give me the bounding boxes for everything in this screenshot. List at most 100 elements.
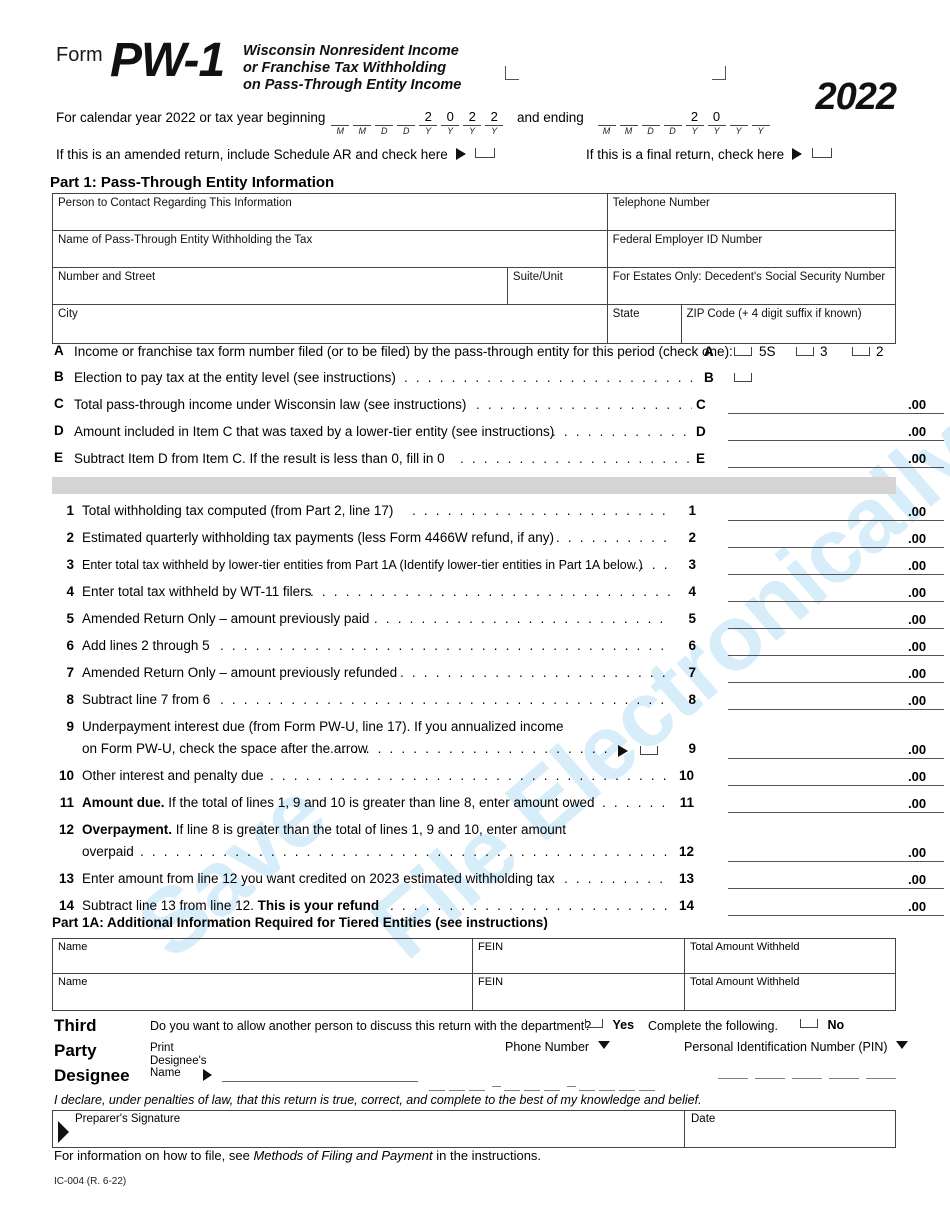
phone-digit-blank[interactable] — [504, 1090, 520, 1091]
phone-digit-blank[interactable] — [639, 1090, 655, 1091]
part1-heading: Part 1: Pass-Through Entity Information — [50, 174, 335, 191]
line-label: Add lines 2 through 5 — [82, 638, 210, 653]
decedent-ssn-cell[interactable]: For Estates Only: Decedent's Social Secu… — [608, 268, 895, 304]
period-middle-label: and ending — [516, 110, 584, 125]
tiered-fein-cell-1[interactable]: FEIN — [473, 939, 685, 973]
line-11-rest-label: If the total of lines 1, 9 and 10 is gre… — [164, 795, 595, 810]
item-row-c: C Total pass-through income under Wiscon… — [52, 393, 944, 420]
period-begin-cell-d-3[interactable]: D — [395, 110, 417, 137]
form-title-line-1: Wisconsin Nonresident Income — [243, 43, 459, 59]
line-label: Amended Return Only – amount previously … — [82, 665, 398, 680]
item-b-checkbox[interactable] — [734, 373, 752, 382]
pin-digit-blank[interactable] — [755, 1078, 785, 1079]
designee-phone-input[interactable] — [429, 1078, 659, 1091]
table-row: City State ZIP Code (+ 4 digit suffix if… — [53, 305, 895, 343]
item-a-checkbox-2[interactable] — [852, 347, 870, 356]
form-revision-code: IC-004 (R. 6-22) — [54, 1176, 127, 1187]
line-label: Subtract line 7 from 6 — [82, 692, 211, 707]
phone-digit-blank[interactable] — [544, 1090, 560, 1091]
table-row: Person to Contact Regarding This Informa… — [53, 194, 895, 231]
tiered-name-cell-2[interactable]: Name — [53, 974, 473, 1010]
phone-digit-blank[interactable] — [429, 1090, 445, 1091]
pin-digit-blank[interactable] — [792, 1078, 822, 1079]
phone-digit-blank[interactable] — [524, 1090, 540, 1091]
period-begin-cell-m-1[interactable]: M — [351, 110, 373, 137]
line-12-rest-label: If line 8 is greater than the total of l… — [172, 822, 567, 837]
period-end-tag: D — [647, 126, 654, 136]
period-end-cell-d-3[interactable]: D — [662, 110, 684, 137]
street-cell[interactable]: Number and Street — [53, 268, 508, 304]
line-ref: 10 — [678, 768, 694, 783]
line-11-cents: .00 — [908, 796, 927, 811]
entity-name-cell[interactable]: Name of Pass-Through Entity Withholding … — [53, 231, 608, 267]
pin-digit-blank[interactable] — [718, 1078, 748, 1079]
designee-name-input[interactable] — [222, 1081, 418, 1082]
line-ref: 13 — [678, 871, 694, 886]
designee-print-line-1: Print — [150, 1042, 174, 1054]
designee-print-line-2: Designee's — [150, 1054, 207, 1067]
period-end-value: 0 — [712, 109, 721, 124]
zip-cell[interactable]: ZIP Code (+ 4 digit suffix if known) — [682, 305, 896, 343]
period-begin-cell-y-7[interactable]: 2Y — [483, 110, 505, 137]
period-end-cell-m-1[interactable]: M — [618, 110, 640, 137]
phone-digit-blank[interactable] — [619, 1090, 635, 1091]
line-row-12: 12 Overpayment. If line 8 is greater tha… — [52, 819, 944, 868]
period-end-cell-y-6[interactable]: Y — [728, 110, 750, 137]
tiered-name-label: Name — [58, 941, 88, 953]
tiered-amount-label: Total Amount Withheld — [690, 976, 800, 988]
designee-pin-input[interactable] — [718, 1078, 900, 1079]
period-end-date-input[interactable]: MMDD2Y0YYY — [596, 110, 772, 137]
period-begin-tag: D — [402, 126, 410, 136]
preparer-signature-cell[interactable]: Preparer's Signature — [53, 1111, 685, 1147]
period-end-cell-d-2[interactable]: D — [640, 110, 662, 137]
tiered-fein-cell-2[interactable]: FEIN — [473, 974, 685, 1010]
designee-no-checkbox[interactable] — [800, 1019, 818, 1028]
tiered-amount-cell-1[interactable]: Total Amount Withheld — [685, 939, 895, 973]
pin-digit-blank[interactable] — [866, 1078, 896, 1079]
period-end-cell-y-5[interactable]: 0Y — [706, 110, 728, 137]
line-ref: 2 — [688, 530, 696, 545]
item-a-option-2-label: 2 — [876, 344, 884, 359]
fein-label: Federal Employer ID Number — [612, 234, 763, 246]
period-end-cell-y-7[interactable]: Y — [750, 110, 772, 137]
tiered-amount-cell-2[interactable]: Total Amount Withheld — [685, 974, 895, 1010]
preparer-date-cell[interactable]: Date — [685, 1111, 895, 1147]
phone-digit-blank[interactable] — [449, 1090, 465, 1091]
zip-label: ZIP Code (+ 4 digit suffix if known) — [686, 308, 862, 320]
telephone-cell[interactable]: Telephone Number — [608, 194, 895, 230]
phone-digit-blank[interactable] — [599, 1090, 615, 1091]
designee-label-line-2: Party — [54, 1041, 97, 1060]
item-a-checkbox-5s[interactable] — [734, 347, 752, 356]
city-cell[interactable]: City — [53, 305, 608, 343]
contact-person-cell[interactable]: Person to Contact Regarding This Informa… — [53, 194, 608, 230]
period-begin-cell-y-5[interactable]: 0Y — [439, 110, 461, 137]
designee-yes-checkbox[interactable] — [585, 1019, 603, 1028]
entity-name-label: Name of Pass-Through Entity Withholding … — [58, 234, 313, 246]
period-begin-date-input[interactable]: MMDD2Y0Y2Y2Y — [329, 110, 505, 137]
line-9-annualized-checkbox[interactable] — [640, 746, 658, 755]
arrow-right-icon — [203, 1069, 212, 1081]
state-cell[interactable]: State — [608, 305, 682, 343]
phone-digit-blank[interactable] — [579, 1090, 595, 1091]
period-begin-cell-y-4[interactable]: 2Y — [417, 110, 439, 137]
period-begin-cell-m-0[interactable]: M — [329, 110, 351, 137]
fein-cell[interactable]: Federal Employer ID Number — [608, 231, 895, 267]
pin-digit-blank[interactable] — [829, 1078, 859, 1079]
amended-return-row: If this is an amended return, include Sc… — [56, 147, 496, 162]
period-begin-cell-d-2[interactable]: D — [373, 110, 395, 137]
period-end-cell-m-0[interactable]: M — [596, 110, 618, 137]
line-ref: 3 — [688, 557, 696, 572]
phone-digit-blank[interactable] — [469, 1090, 485, 1091]
line-ref: 5 — [688, 611, 696, 626]
period-begin-cell-y-6[interactable]: 2Y — [461, 110, 483, 137]
item-a-checkbox-3[interactable] — [796, 347, 814, 356]
line-12-cents: .00 — [908, 845, 927, 860]
line-number: 8 — [66, 692, 74, 707]
suite-cell[interactable]: Suite/Unit — [508, 268, 608, 304]
line-ref: 11 — [679, 795, 694, 810]
period-end-cell-y-4[interactable]: 2Y — [684, 110, 706, 137]
amended-return-checkbox[interactable] — [475, 148, 496, 158]
item-label: Subtract Item D from Item C. If the resu… — [74, 451, 445, 466]
tiered-name-cell-1[interactable]: Name — [53, 939, 473, 973]
final-return-checkbox[interactable] — [811, 148, 832, 158]
